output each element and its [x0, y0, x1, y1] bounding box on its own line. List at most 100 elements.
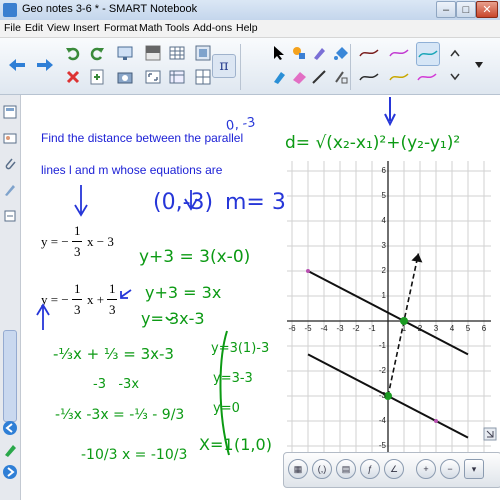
pen-color-swatch-1[interactable]	[358, 42, 380, 64]
undo-icon[interactable]	[62, 42, 84, 64]
properties-tab-icon[interactable]	[3, 183, 17, 197]
sidebar	[0, 95, 21, 500]
solve-step2: -3 -3x	[93, 377, 140, 392]
page-sorter-icon[interactable]	[3, 105, 17, 119]
notebook-page[interactable]: Find the distance between the parallel l…	[21, 95, 500, 500]
menu-view[interactable]: View	[47, 22, 70, 34]
menu-file[interactable]: File	[4, 22, 21, 34]
screen-capture-icon[interactable]	[114, 42, 136, 64]
y-tick-label: 5	[381, 191, 386, 200]
menu-tools[interactable]: Tools	[165, 22, 190, 34]
y-tick-label: -4	[378, 416, 386, 425]
highlighter-icon[interactable]	[268, 66, 290, 88]
point-slope-step2: y+3 = 3x	[145, 283, 222, 302]
scroll-right-arrow-icon[interactable]	[2, 464, 18, 480]
zoom-in-icon[interactable]: +	[416, 459, 436, 479]
result-point: (1,0)	[234, 435, 272, 454]
menu-help[interactable]: Help	[236, 22, 258, 34]
graph-settings-icon[interactable]: ▾	[464, 459, 484, 479]
chevron-up-icon[interactable]	[444, 42, 466, 64]
point-slope-step1: y+3 = 3(x-0)	[139, 247, 251, 267]
y-tick-label: 6	[381, 166, 386, 175]
back-arrow-icon[interactable]	[6, 54, 28, 76]
smart-notebook-icon	[3, 3, 17, 17]
scroll-left-arrow-icon[interactable]	[2, 420, 18, 436]
y-tick-label: 3	[381, 241, 386, 250]
creative-pen-icon[interactable]	[308, 42, 330, 64]
select-arrow-icon[interactable]	[268, 42, 290, 64]
pen-color-swatch-2[interactable]	[388, 42, 410, 64]
y-tick-label: 2	[381, 266, 386, 275]
screen-shade-icon[interactable]	[142, 42, 164, 64]
menu-format[interactable]: Format	[104, 22, 137, 34]
x-tick-label: -5	[304, 324, 312, 333]
title-bar: Geo notes 3-6 * - SMART Notebook – □ ✕	[0, 0, 500, 21]
gallery-tab-icon[interactable]	[3, 131, 17, 145]
y-tick-label: -5	[378, 441, 386, 450]
toolbar-divider	[350, 44, 351, 90]
menu-math[interactable]: Math	[139, 22, 162, 34]
x-tick-label: 1	[401, 324, 407, 333]
menu-addons[interactable]: Add-ons	[193, 22, 232, 34]
chevron-down-icon[interactable]	[444, 66, 466, 88]
math-pi-icon[interactable]: π	[212, 54, 236, 78]
add-page-icon[interactable]	[86, 66, 108, 88]
solve-step4: -10/3 x = -10/3	[81, 447, 188, 463]
x-tick-label: 2	[417, 324, 423, 333]
pen-icon[interactable]	[288, 42, 310, 64]
eraser-icon[interactable]	[288, 66, 310, 88]
distance-formula: d= √(x₂-x₁)²+(y₂-y₁)²	[285, 133, 461, 153]
addons-tab-icon[interactable]	[3, 209, 17, 223]
table-icon[interactable]	[166, 42, 188, 64]
page-resize-icon[interactable]	[483, 427, 497, 441]
pen-color-swatch-5[interactable]	[388, 66, 410, 88]
x-tick-label: -1	[368, 324, 376, 333]
function-tool-icon[interactable]: ƒ	[360, 459, 380, 479]
fullscreen-icon[interactable]	[142, 66, 164, 88]
x-tick-label: -3	[336, 324, 344, 333]
line-icon[interactable]	[308, 66, 330, 88]
gallery-icon[interactable]	[192, 42, 214, 64]
toolbar-options-icon[interactable]	[468, 54, 490, 76]
result-x: X=1	[199, 435, 234, 454]
zoom-out-icon[interactable]: −	[440, 459, 460, 479]
paint-bucket-icon[interactable]	[330, 42, 352, 64]
menu-insert[interactable]: Insert	[73, 22, 99, 34]
grid-toggle-icon[interactable]: ▦	[288, 459, 308, 479]
formula-arrow-icon	[384, 97, 396, 127]
x-tick-label: 3	[433, 324, 439, 333]
delete-icon[interactable]	[62, 66, 84, 88]
y-tick-label: 1	[381, 291, 386, 300]
table-tool-icon[interactable]: ▤	[336, 459, 356, 479]
document-camera-icon[interactable]	[114, 66, 136, 88]
window-title: Geo notes 3-6 * - SMART Notebook	[22, 3, 198, 15]
x-tick-label: 5	[465, 324, 471, 333]
pen-color-swatch-3-selected[interactable]	[416, 42, 440, 66]
grid-icon[interactable]	[192, 66, 214, 88]
forward-arrow-icon[interactable]	[34, 54, 56, 76]
solve-step1: -⅓x + ⅓ = 3x-3	[53, 345, 174, 363]
screen-table-icon[interactable]	[166, 66, 188, 88]
attachments-icon[interactable]	[3, 157, 17, 171]
point-tool-icon[interactable]: (,)	[312, 459, 332, 479]
angle-tool-icon[interactable]: ∠	[384, 459, 404, 479]
shapes-icon[interactable]	[330, 66, 352, 88]
sidebar-scroll-thumb[interactable]	[3, 330, 17, 422]
substitution-step3: y=0	[213, 401, 240, 416]
toolbar-divider	[240, 44, 241, 90]
pen-color-swatch-4[interactable]	[358, 66, 380, 88]
maximize-button[interactable]: □	[456, 1, 476, 18]
coordinate-graph[interactable]: -6-5-4-3-2-1123456654321-1-2-3-4-5-6	[285, 159, 493, 487]
graph-toolbar: ▦ (,) ▤ ƒ ∠ + − ▾	[283, 452, 500, 488]
menu-bar: File Edit View Insert Format Math Tools …	[0, 20, 500, 38]
minimize-button[interactable]: –	[436, 1, 456, 18]
pen-tool-side-icon[interactable]	[2, 442, 18, 458]
x-tick-label: -4	[320, 324, 328, 333]
menu-edit[interactable]: Edit	[25, 22, 43, 34]
pen-color-swatch-6[interactable]	[416, 66, 438, 88]
x-tick-label: -2	[352, 324, 360, 333]
redo-icon[interactable]	[86, 42, 108, 64]
y-tick-label: -2	[378, 366, 386, 375]
close-button[interactable]: ✕	[476, 1, 498, 18]
y-tick-label: -3	[378, 391, 386, 400]
